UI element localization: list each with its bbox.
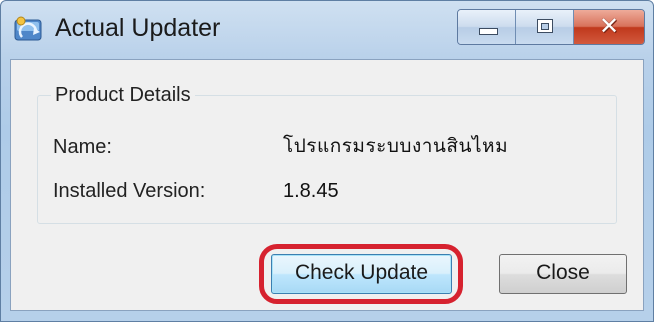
installed-version-value: 1.8.45 xyxy=(283,180,339,202)
name-label: Name: xyxy=(53,136,112,158)
product-details-title: Product Details xyxy=(51,82,195,108)
minimize-icon xyxy=(479,28,498,35)
name-value: โปรแกรมระบบงานสินไหม xyxy=(283,135,509,157)
caption-buttons: ✕ xyxy=(457,9,645,45)
close-button[interactable]: Close xyxy=(499,254,627,294)
maximize-icon xyxy=(537,19,553,33)
title-bar[interactable]: Actual Updater ✕ xyxy=(1,1,653,57)
updater-window: Actual Updater ✕ Product Details Name: โ… xyxy=(0,0,654,322)
product-details-group xyxy=(37,95,617,224)
updater-app-icon xyxy=(14,16,42,41)
window-client-area: Product Details Name: โปรแกรมระบบงานสินไ… xyxy=(10,59,644,311)
window-title: Actual Updater xyxy=(55,14,221,42)
maximize-button[interactable] xyxy=(516,10,574,44)
check-update-button[interactable]: Check Update xyxy=(271,254,452,294)
installed-version-label: Installed Version: xyxy=(53,180,206,202)
close-window-button[interactable]: ✕ xyxy=(574,10,644,44)
minimize-button[interactable] xyxy=(458,10,516,44)
close-icon: ✕ xyxy=(598,12,620,40)
